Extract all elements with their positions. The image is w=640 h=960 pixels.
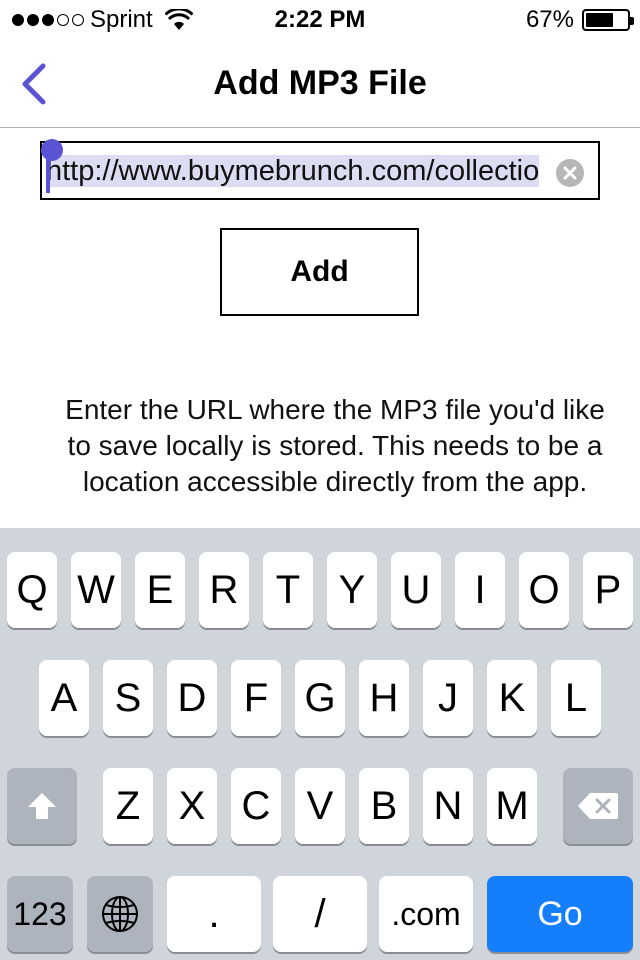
key-v[interactable]: V	[295, 768, 345, 844]
url-input-value[interactable]: http://www.buymebrunch.com/collectio	[46, 155, 542, 187]
url-input[interactable]: http://www.buymebrunch.com/collectio	[40, 139, 600, 200]
keyboard: Q W E R T Y U I O P A S D F G H J K L Z …	[0, 528, 640, 960]
slash-key[interactable]: /	[273, 876, 367, 952]
key-c[interactable]: C	[231, 768, 281, 844]
page-title: Add MP3 File	[213, 64, 427, 102]
key-z[interactable]: Z	[103, 768, 153, 844]
go-button[interactable]: Go	[487, 876, 633, 952]
numbers-key[interactable]: 123	[7, 876, 73, 952]
key-t[interactable]: T	[263, 552, 313, 628]
key-w[interactable]: W	[71, 552, 121, 628]
globe-icon	[102, 896, 138, 932]
key-s[interactable]: S	[103, 660, 153, 736]
key-l[interactable]: L	[551, 660, 601, 736]
key-o[interactable]: O	[519, 552, 569, 628]
key-e[interactable]: E	[135, 552, 185, 628]
battery-icon	[582, 9, 634, 31]
delete-key[interactable]	[563, 768, 633, 844]
key-q[interactable]: Q	[7, 552, 57, 628]
key-r[interactable]: R	[199, 552, 249, 628]
key-j[interactable]: J	[423, 660, 473, 736]
battery-percent: 67%	[525, 6, 574, 33]
key-y[interactable]: Y	[327, 552, 377, 628]
dotcom-key[interactable]: .com	[379, 876, 473, 952]
instructions-text: Enter the URL where the MP3 file you'd l…	[65, 394, 605, 497]
key-n[interactable]: N	[423, 768, 473, 844]
key-a[interactable]: A	[39, 660, 89, 736]
key-k[interactable]: K	[487, 660, 537, 736]
key-u[interactable]: U	[391, 552, 441, 628]
delete-icon	[578, 793, 618, 819]
key-f[interactable]: F	[231, 660, 281, 736]
key-i[interactable]: I	[455, 552, 505, 628]
status-right: 67%	[525, 6, 634, 34]
shift-icon	[28, 793, 56, 819]
globe-key[interactable]	[87, 876, 153, 952]
add-button[interactable]: Add	[220, 228, 419, 316]
text-selection-cursor[interactable]	[41, 139, 63, 193]
period-key[interactable]: .	[167, 876, 261, 952]
key-x[interactable]: X	[167, 768, 217, 844]
navigation-bar: Add MP3 File	[0, 40, 640, 128]
status-bar: Sprint 2:22 PM 67%	[0, 0, 640, 40]
key-h[interactable]: H	[359, 660, 409, 736]
key-p[interactable]: P	[583, 552, 633, 628]
key-b[interactable]: B	[359, 768, 409, 844]
clear-icon[interactable]	[556, 159, 584, 187]
key-m[interactable]: M	[487, 768, 537, 844]
shift-key[interactable]	[7, 768, 77, 844]
key-g[interactable]: G	[295, 660, 345, 736]
key-d[interactable]: D	[167, 660, 217, 736]
